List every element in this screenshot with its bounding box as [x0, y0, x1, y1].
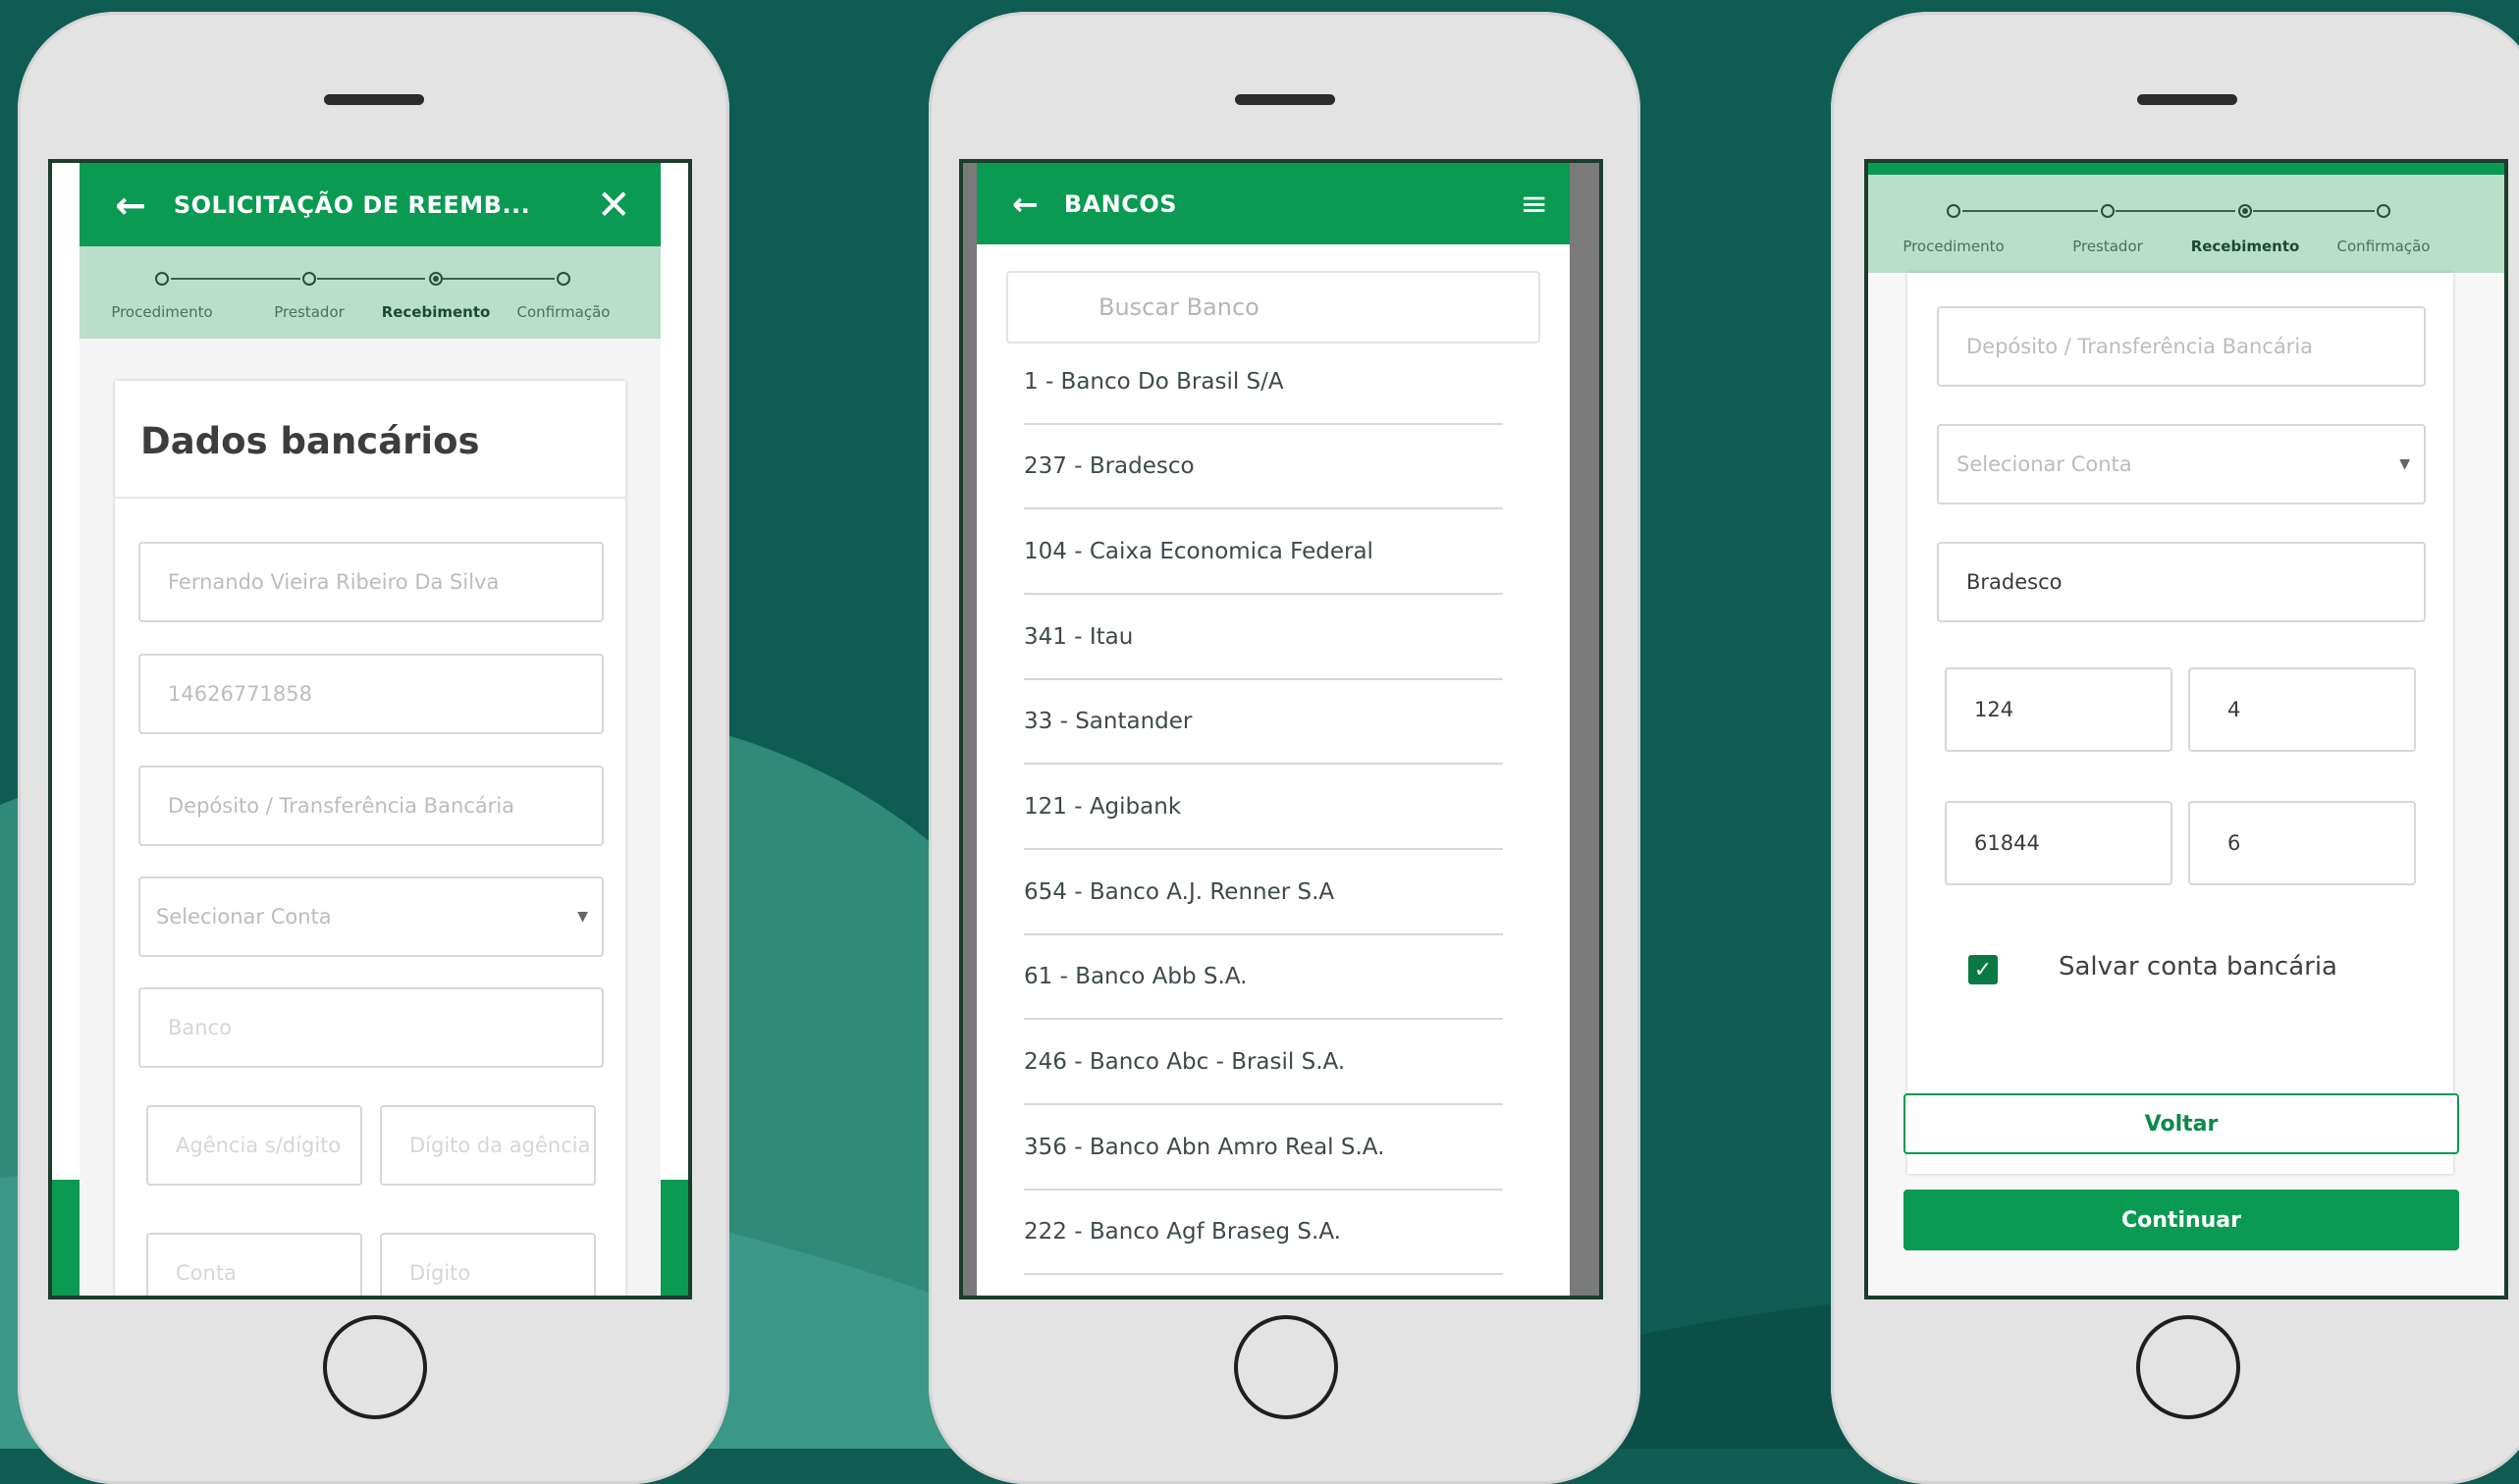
account-field[interactable]: 61844: [1945, 801, 2172, 885]
agency-digit-field[interactable]: Dígito da agência: [380, 1105, 596, 1186]
bank-list-item[interactable]: 341 - Itau: [1024, 596, 1503, 680]
home-button[interactable]: [2135, 1315, 2240, 1419]
bank-list-item[interactable]: 222 - Banco Agf Braseg S.A.: [1024, 1191, 1503, 1275]
screen-bancos: ← BANCOS ≡ Buscar Banco 1 - Banco Do Bra…: [959, 159, 1603, 1299]
step-dot-procedimento: [155, 272, 169, 286]
close-icon[interactable]: ✕: [597, 181, 631, 229]
arrow-left-icon[interactable]: ←: [1012, 186, 1039, 223]
screen-edge-left: [52, 1180, 80, 1296]
bank-list-item[interactable]: 356 - Banco Abn Amro Real S.A.: [1024, 1106, 1503, 1191]
screen-edge-right: [1570, 163, 1599, 1296]
arrow-left-icon[interactable]: ←: [115, 184, 146, 227]
phone-frame-3: Procedimento Prestador Recebimento Confi…: [1831, 12, 2519, 1484]
bank-list-item[interactable]: 1 - Banco Do Brasil S/A: [1024, 341, 1503, 425]
bank-list-item[interactable]: 246 - Banco Abc - Brasil S.A.: [1024, 1021, 1503, 1105]
step-label-confirmacao: Confirmação: [516, 303, 611, 321]
progress-stepper: Procedimento Prestador Recebimento Confi…: [80, 246, 661, 339]
step-label-confirmacao: Confirmação: [2336, 238, 2431, 255]
phone-frame-2: ← BANCOS ≡ Buscar Banco 1 - Banco Do Bra…: [929, 12, 1640, 1484]
save-account-label: Salvar conta bancária: [2059, 952, 2337, 981]
screen-edge-left: [963, 163, 977, 1296]
account-select-value: Selecionar Conta: [156, 905, 332, 928]
step-dot-confirmacao: [557, 272, 570, 286]
payment-method-field[interactable]: Depósito / Transferência Bancária: [1937, 306, 2426, 387]
home-button[interactable]: [322, 1315, 427, 1419]
agency-field[interactable]: Agência s/dígito: [146, 1105, 362, 1186]
phone-frame-1: ← SOLICITAÇÃO DE REEMB... ✕ Procedimento…: [18, 12, 729, 1484]
dropdown-caret-icon: ▼: [2399, 456, 2410, 472]
screen-dados-bancarios: ← SOLICITAÇÃO DE REEMB... ✕ Procedimento…: [48, 159, 692, 1299]
bank-field[interactable]: Bradesco: [1937, 542, 2426, 622]
account-select[interactable]: Selecionar Conta ▼: [1937, 424, 2426, 504]
app-bar: ← SOLICITAÇÃO DE REEMB... ✕: [80, 163, 661, 246]
bank-search-input[interactable]: Buscar Banco: [1006, 271, 1540, 344]
bank-list-item[interactable]: 237 - Bradesco: [1024, 425, 1503, 509]
payment-method-field[interactable]: Depósito / Transferência Bancária: [138, 766, 604, 846]
agency-digit-field[interactable]: 4: [2188, 667, 2416, 752]
account-select[interactable]: Selecionar Conta ▼: [138, 876, 604, 957]
progress-stepper: Procedimento Prestador Recebimento Confi…: [1868, 175, 2504, 273]
bank-field[interactable]: Banco: [138, 987, 604, 1068]
hamburger-menu-icon[interactable]: ≡: [1521, 185, 1549, 224]
step-dot-recebimento: [429, 272, 443, 286]
account-digit-field[interactable]: 6: [2188, 801, 2416, 885]
step-label-procedimento: Procedimento: [111, 303, 213, 321]
card-title: Dados bancários: [140, 420, 480, 462]
back-button[interactable]: Voltar: [1903, 1093, 2459, 1154]
step-label-prestador: Prestador: [2072, 238, 2143, 255]
phone-speaker: [1234, 94, 1335, 105]
app-bar: ← BANCOS ≡: [977, 163, 1570, 244]
account-field[interactable]: Conta: [146, 1233, 362, 1296]
step-label-prestador: Prestador: [274, 303, 345, 321]
bank-data-card: Dados bancários Fernando Vieira Ribeiro …: [115, 381, 625, 1296]
bank-list-item[interactable]: 33 - Santander: [1024, 680, 1503, 765]
step-label-recebimento: Recebimento: [2190, 238, 2300, 255]
account-select-value: Selecionar Conta: [1956, 452, 2132, 476]
step-dot-procedimento: [1947, 204, 1960, 218]
holder-name-field[interactable]: Fernando Vieira Ribeiro Da Silva: [138, 542, 604, 622]
phone-speaker: [2136, 94, 2237, 105]
step-dot-prestador: [302, 272, 316, 286]
bank-data-card: Depósito / Transferência Bancária Seleci…: [1907, 273, 2453, 1174]
checkmark-icon: ✓: [1973, 957, 1993, 982]
bank-list-item[interactable]: 61 - Banco Abb S.A.: [1024, 935, 1503, 1020]
document-field[interactable]: 14626771858: [138, 654, 604, 734]
step-dot-confirmacao: [2377, 204, 2390, 218]
step-dot-prestador: [2101, 204, 2115, 218]
agency-field[interactable]: 124: [1945, 667, 2172, 752]
page-title: BANCOS: [1063, 189, 1178, 218]
step-dot-recebimento: [2238, 204, 2252, 218]
save-account-checkbox[interactable]: ✓: [1968, 955, 1998, 984]
bank-search-placeholder: Buscar Banco: [1099, 293, 1260, 321]
bank-list-item[interactable]: 654 - Banco A.J. Renner S.A: [1024, 851, 1503, 935]
bank-list-item[interactable]: 121 - Agibank: [1024, 766, 1503, 850]
screen-edge-right: [661, 1180, 688, 1296]
screen-recebimento: Procedimento Prestador Recebimento Confi…: [1864, 159, 2508, 1299]
account-digit-field[interactable]: Dígito: [380, 1233, 596, 1296]
page-title: SOLICITAÇÃO DE REEMB...: [173, 190, 531, 219]
dropdown-caret-icon: ▼: [577, 909, 588, 925]
home-button[interactable]: [1233, 1315, 1338, 1419]
bank-list-item[interactable]: 104 - Caixa Economica Federal: [1024, 510, 1503, 595]
step-label-procedimento: Procedimento: [1903, 238, 2005, 255]
continue-button[interactable]: Continuar: [1903, 1190, 2459, 1250]
step-label-recebimento: Recebimento: [381, 303, 491, 321]
phone-speaker: [323, 94, 424, 105]
